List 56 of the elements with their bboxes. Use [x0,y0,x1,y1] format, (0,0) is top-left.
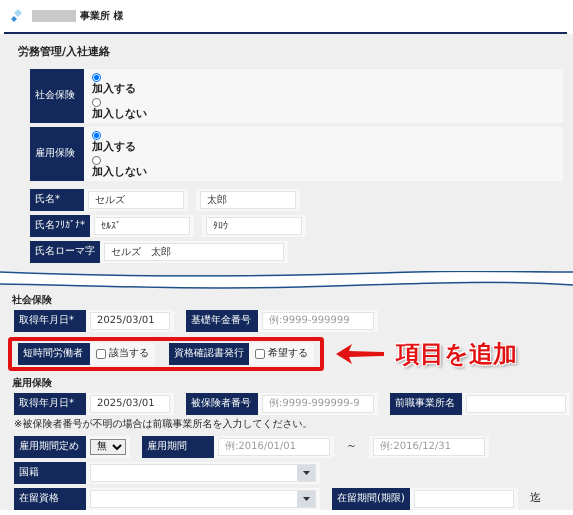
page-title: 事業所 様 [80,10,124,24]
field-label: 取得年月日* [14,310,86,332]
text-field[interactable]: 例:9999-999999 [262,312,374,330]
field-label: 取得年月日* [14,392,86,414]
select-field[interactable]: 無 [90,438,126,454]
field-label: 基礎年金番号 [186,310,258,332]
radio-button[interactable] [92,130,101,140]
section-heading: 雇用保険 [12,376,53,390]
text-field[interactable]: 例:2016/12/31 [373,438,485,456]
field-label: 氏名ローマ字 [30,240,100,262]
radio-button[interactable] [92,98,101,106]
text-field[interactable]: ｾﾙｽﾞ [94,216,190,234]
callout-text: 項目を追加 [396,338,517,370]
caret-icon [302,470,310,474]
dropdown-field[interactable] [90,464,316,482]
section-title: 労務管理/入社連絡 [18,44,112,60]
radio-button[interactable] [92,156,101,164]
note-text: ※被保険者番号が不明の場合は前職事業所名を入力してください。 [14,418,312,432]
section-heading: 社会保険 [12,294,53,308]
text-field[interactable]: 2025/03/01 [90,312,170,330]
field-label: 氏名* [30,188,84,210]
text-field[interactable]: セルズ 太郎 [104,242,284,260]
text-field[interactable]: 太郎 [200,190,296,208]
text-field[interactable]: セルズ [88,190,184,208]
field-label: 社会保険 [30,68,84,122]
dropdown-field[interactable] [90,490,316,508]
field-label: 氏名ﾌﾘｶﾞﾅ* [30,214,90,236]
option-label: 加入しない [92,164,148,178]
caret-icon [302,496,310,500]
redaction-bar [32,10,76,22]
radio-button[interactable] [92,72,101,82]
option-label: 加入する [92,140,137,154]
text-field[interactable]: ﾀﾛｳ [206,216,302,234]
text-field[interactable] [414,490,514,508]
separator-text: ～ [346,438,357,454]
logo-icon [10,8,24,24]
field-label: 雇用期間定め [14,436,86,458]
arrow-icon [336,344,384,364]
field-label: 国籍 [14,462,86,484]
option-label: 加入しない [92,106,148,120]
text-field[interactable] [466,394,566,412]
field-label: 前職事業所名 [390,392,462,414]
field-label: 在留期間(期限) [332,488,410,510]
separator-text: 迄 [530,490,541,506]
checkbox[interactable] [96,348,106,358]
field-label: 雇用期間 [142,436,214,458]
field-label: 在留資格 [14,488,86,510]
field-label: 被保険者番号 [186,392,258,414]
field-label: 資格確認書発行 [169,342,249,364]
checkbox[interactable] [255,348,265,358]
option-label: 加入する [92,82,137,96]
field-label: 短時間労働者 [18,342,90,364]
field-label: 雇用保険 [30,126,84,180]
text-field[interactable]: 例:9999-999999-9 [262,394,374,412]
text-field[interactable]: 2025/03/01 [90,394,170,412]
text-field[interactable]: 例:2016/01/01 [218,438,330,456]
